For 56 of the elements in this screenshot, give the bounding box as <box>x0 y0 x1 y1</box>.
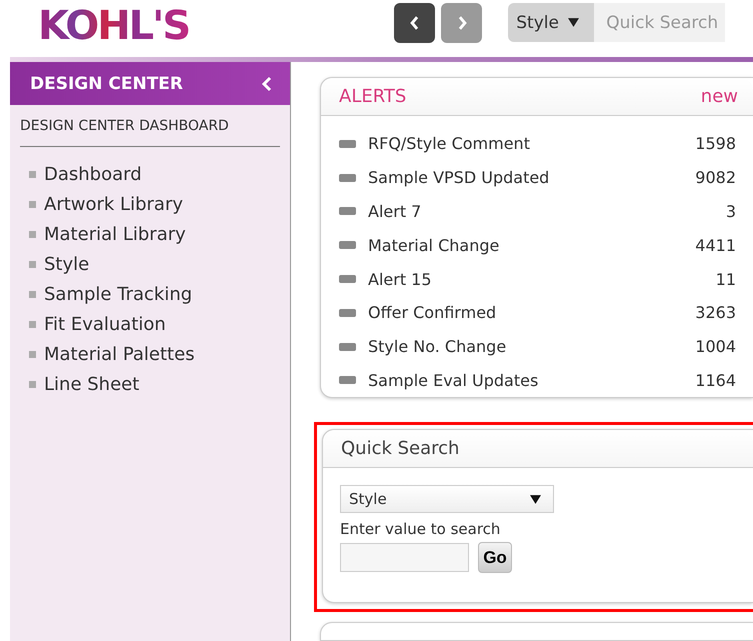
new-link[interactable]: new <box>700 86 738 107</box>
alert-count: 1598 <box>695 134 736 154</box>
alert-icon <box>339 308 356 317</box>
bullet-icon <box>29 380 36 388</box>
alert-count: 11 <box>716 270 736 289</box>
alert-link[interactable]: Style No. Change <box>368 337 696 356</box>
alert-icon <box>339 342 356 351</box>
alert-icon <box>339 207 356 216</box>
sidebar-item[interactable]: Line Sheet <box>44 374 140 394</box>
bullet-icon <box>29 200 36 208</box>
alert-link[interactable]: Material Change <box>368 236 696 255</box>
sidebar-item[interactable]: Material Palettes <box>44 344 195 364</box>
section-title: DESIGN CENTER DASHBOARD <box>20 118 230 134</box>
alert-count: 4411 <box>695 236 736 255</box>
alert-icon <box>339 241 356 250</box>
search-field[interactable]: Quick Search <box>594 3 726 42</box>
sidebar-title: DESIGN CENTER <box>30 74 184 94</box>
alert-icon <box>339 376 356 384</box>
field-label: Enter value to search <box>340 520 502 538</box>
chevron-left-icon <box>262 76 272 92</box>
panel-title: Quick Search <box>341 438 460 460</box>
sidebar-item[interactable]: Style <box>44 254 90 274</box>
sidebar-item[interactable]: Material Library <box>44 224 186 244</box>
search-field[interactable] <box>340 543 469 572</box>
alert-link[interactable]: Sample Eval Updates <box>368 370 696 390</box>
sidebar-item[interactable]: Fit Evaluation <box>44 314 166 334</box>
bullet-icon <box>29 260 36 268</box>
alert-link[interactable]: RFQ/Style Comment <box>368 134 696 154</box>
dropdown-icon <box>568 18 579 27</box>
search-type-dropdown[interactable]: Style <box>508 3 594 42</box>
alert-count: 9082 <box>695 168 736 188</box>
search-type-dropdown[interactable]: Style <box>340 485 554 514</box>
alert-icon <box>339 140 356 148</box>
bullet-icon <box>29 170 36 178</box>
bullet-icon <box>29 290 36 298</box>
alert-count: 1004 <box>695 337 736 356</box>
dropdown-icon <box>530 494 541 504</box>
back-button[interactable] <box>394 3 436 43</box>
alert-link[interactable]: Alert 7 <box>368 202 726 221</box>
sidebar-item[interactable]: Sample Tracking <box>44 284 192 304</box>
alert-count: 3263 <box>695 303 736 322</box>
collapse-button[interactable] <box>262 76 272 92</box>
bullet-icon <box>29 320 36 328</box>
alert-count: 1164 <box>695 370 736 390</box>
go-button[interactable]: Go <box>478 542 512 574</box>
sidebar-item[interactable]: Artwork Library <box>44 194 183 214</box>
alert-icon <box>339 275 356 284</box>
alert-link[interactable]: Alert 15 <box>368 270 716 289</box>
alert-link[interactable]: Sample VPSD Updated <box>368 168 696 188</box>
bullet-icon <box>29 350 36 358</box>
alert-icon <box>339 174 356 182</box>
alert-count: 3 <box>726 202 736 221</box>
alert-link[interactable]: Offer Confirmed <box>368 303 696 322</box>
sidebar-item[interactable]: Dashboard <box>44 164 142 184</box>
bullet-icon <box>29 230 36 238</box>
panel-title: ALERTS <box>339 86 406 107</box>
